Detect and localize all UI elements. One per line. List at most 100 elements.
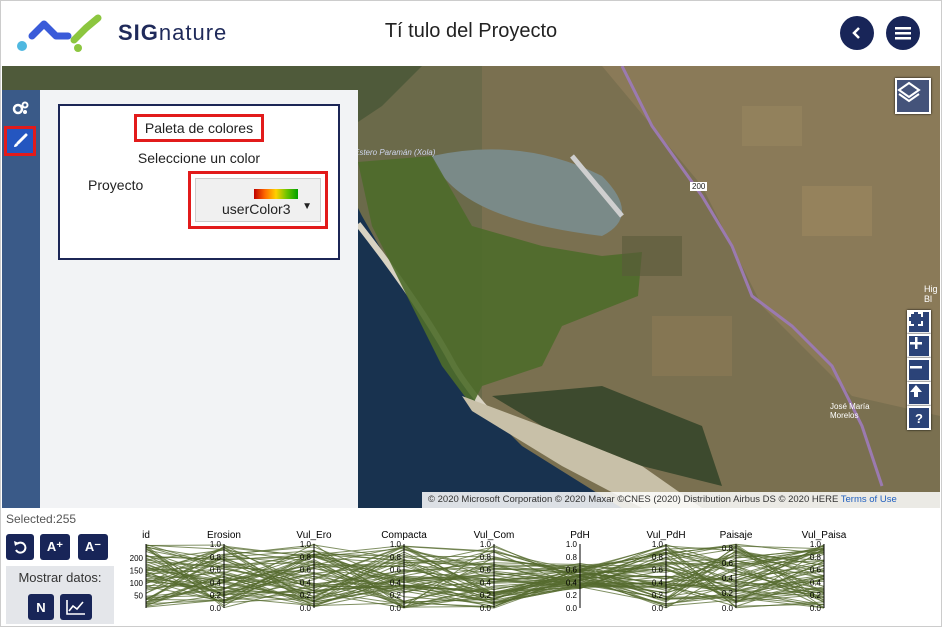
bottom-panel: Selected:255 A⁺ A⁻ Mostrar datos: N id 20… xyxy=(0,508,942,627)
zoom-in-icon xyxy=(910,337,922,349)
tick-label: 0.0 xyxy=(810,604,822,613)
back-button[interactable] xyxy=(840,16,874,50)
tick-label: 0.2 xyxy=(810,591,822,600)
tick-label: 0.0 xyxy=(300,604,312,613)
reset-north-icon xyxy=(910,385,922,397)
tick-label: 0.0 xyxy=(480,604,492,613)
help-icon: ? xyxy=(915,410,923,426)
axis-label: Paisaje xyxy=(720,530,753,541)
tick-label: 150 xyxy=(130,566,144,575)
tick-label: 0.6 xyxy=(566,566,578,575)
tick-label: 0.0 xyxy=(566,604,578,613)
palette-title: Paleta de colores xyxy=(134,114,264,142)
hamburger-icon xyxy=(895,27,911,40)
tick-label: 0.2 xyxy=(300,591,312,600)
fullscreen-icon xyxy=(909,312,923,326)
project-title: Tí tulo del Proyecto xyxy=(384,20,558,42)
tick-label: 0.2 xyxy=(722,589,734,598)
tick-label: 0.6 xyxy=(722,559,734,568)
color-select-field[interactable]: userColor3 ▼ xyxy=(195,178,321,222)
tick-label: 0.8 xyxy=(652,553,664,562)
tick-label: 0.6 xyxy=(390,566,402,575)
tick-label: 0.6 xyxy=(300,566,312,575)
selected-count: Selected:255 xyxy=(6,512,77,526)
tick-label: 50 xyxy=(134,591,143,600)
tick-label: 0.4 xyxy=(652,578,664,587)
caret-down-icon: ▼ xyxy=(302,201,312,212)
map-label-lagoon: Estero Paramán (Xola) xyxy=(354,148,436,157)
tick-label: 0.4 xyxy=(390,578,402,587)
tick-label: 0.4 xyxy=(722,574,734,583)
selected-color-name: userColor3 xyxy=(222,201,291,217)
axis-label: Vul_Paisa xyxy=(802,530,847,541)
tick-label: 0.2 xyxy=(652,591,664,600)
show-data-box: Mostrar datos: N xyxy=(6,566,114,624)
map-attribution: © 2020 Microsoft Corporation © 2020 Maxa… xyxy=(422,492,940,508)
palette-panel: Paleta de colores Seleccione un color Pr… xyxy=(40,90,358,508)
color-gradient-swatch xyxy=(254,189,298,199)
tick-label: 0.6 xyxy=(210,566,222,575)
brush-icon xyxy=(14,133,28,147)
zoom-out-icon xyxy=(910,366,922,369)
color-select[interactable]: userColor3 ▼ xyxy=(188,171,328,229)
tick-label: 0.2 xyxy=(390,591,402,600)
tick-label: 0.8 xyxy=(810,553,822,562)
font-increase-button[interactable]: A⁺ xyxy=(40,534,70,560)
tick-label: 1.0 xyxy=(210,540,222,549)
tick-label: 0.6 xyxy=(810,566,822,575)
tick-label: 1.0 xyxy=(480,540,492,549)
tick-label: 1.0 xyxy=(566,540,578,549)
tick-label: 1.0 xyxy=(390,540,402,549)
tick-label: 0.4 xyxy=(480,578,492,587)
app-header: SIGnature Tí tulo del Proyecto xyxy=(0,0,942,66)
tick-label: 0.6 xyxy=(480,566,492,575)
tick-label: 100 xyxy=(130,579,144,588)
tick-label: 0.2 xyxy=(210,591,222,600)
tick-label: 0.0 xyxy=(722,604,734,613)
help-button[interactable]: ? xyxy=(907,406,931,430)
tick-label: 0.0 xyxy=(210,604,222,613)
tick-label: 0.8 xyxy=(300,553,312,562)
chevron-left-icon xyxy=(852,27,860,39)
parallel-coordinates-chart[interactable]: id20015010050Erosion1.00.80.60.40.20.0Vu… xyxy=(118,524,878,624)
tick-label: 0.2 xyxy=(480,591,492,600)
layers-button[interactable] xyxy=(895,78,931,114)
fullscreen-button[interactable] xyxy=(907,310,931,334)
zoom-out-button[interactable] xyxy=(907,358,931,382)
line-chart-icon xyxy=(66,600,85,615)
axis-label: id xyxy=(142,530,150,541)
menu-button[interactable] xyxy=(886,16,920,50)
palette-box: Paleta de colores Seleccione un color Pr… xyxy=(58,104,340,260)
tick-label: 0.8 xyxy=(390,553,402,562)
map-label-town: José María Morelos xyxy=(830,402,870,420)
tick-label: 0.6 xyxy=(652,566,664,575)
tick-label: 0.8 xyxy=(210,553,222,562)
tick-label: 1.0 xyxy=(652,540,664,549)
show-chart-button[interactable] xyxy=(60,594,92,620)
tick-label: 0.4 xyxy=(566,578,578,587)
tick-label: 0.0 xyxy=(390,604,402,613)
axis-label: Compacta xyxy=(381,530,427,541)
terms-of-use-link[interactable]: Terms of Use xyxy=(841,494,897,505)
sidebar-tabs xyxy=(2,90,40,508)
reset-north-button[interactable] xyxy=(907,382,931,406)
tick-label: 1.0 xyxy=(300,540,312,549)
zoom-in-button[interactable] xyxy=(907,334,931,358)
font-decrease-button[interactable]: A⁻ xyxy=(78,534,108,560)
tab-settings[interactable] xyxy=(6,94,36,122)
undo-icon xyxy=(14,541,27,554)
tick-label: 0.4 xyxy=(210,578,222,587)
show-n-button[interactable]: N xyxy=(28,594,54,620)
select-color-prompt: Seleccione un color xyxy=(137,150,261,166)
gears-icon xyxy=(12,101,29,115)
tab-color-palette[interactable] xyxy=(4,126,36,156)
tick-label: 0.0 xyxy=(652,604,664,613)
tick-label: 0.4 xyxy=(810,578,822,587)
map-label-highway: 200 xyxy=(690,182,708,191)
tick-label: 1.0 xyxy=(810,540,822,549)
map-label-edge: Hig Bl xyxy=(924,284,938,304)
tick-label: 0.4 xyxy=(300,578,312,587)
attribution-text: © 2020 Microsoft Corporation © 2020 Maxa… xyxy=(428,494,839,505)
project-label: Proyecto xyxy=(88,177,144,193)
reset-button[interactable] xyxy=(6,534,34,560)
